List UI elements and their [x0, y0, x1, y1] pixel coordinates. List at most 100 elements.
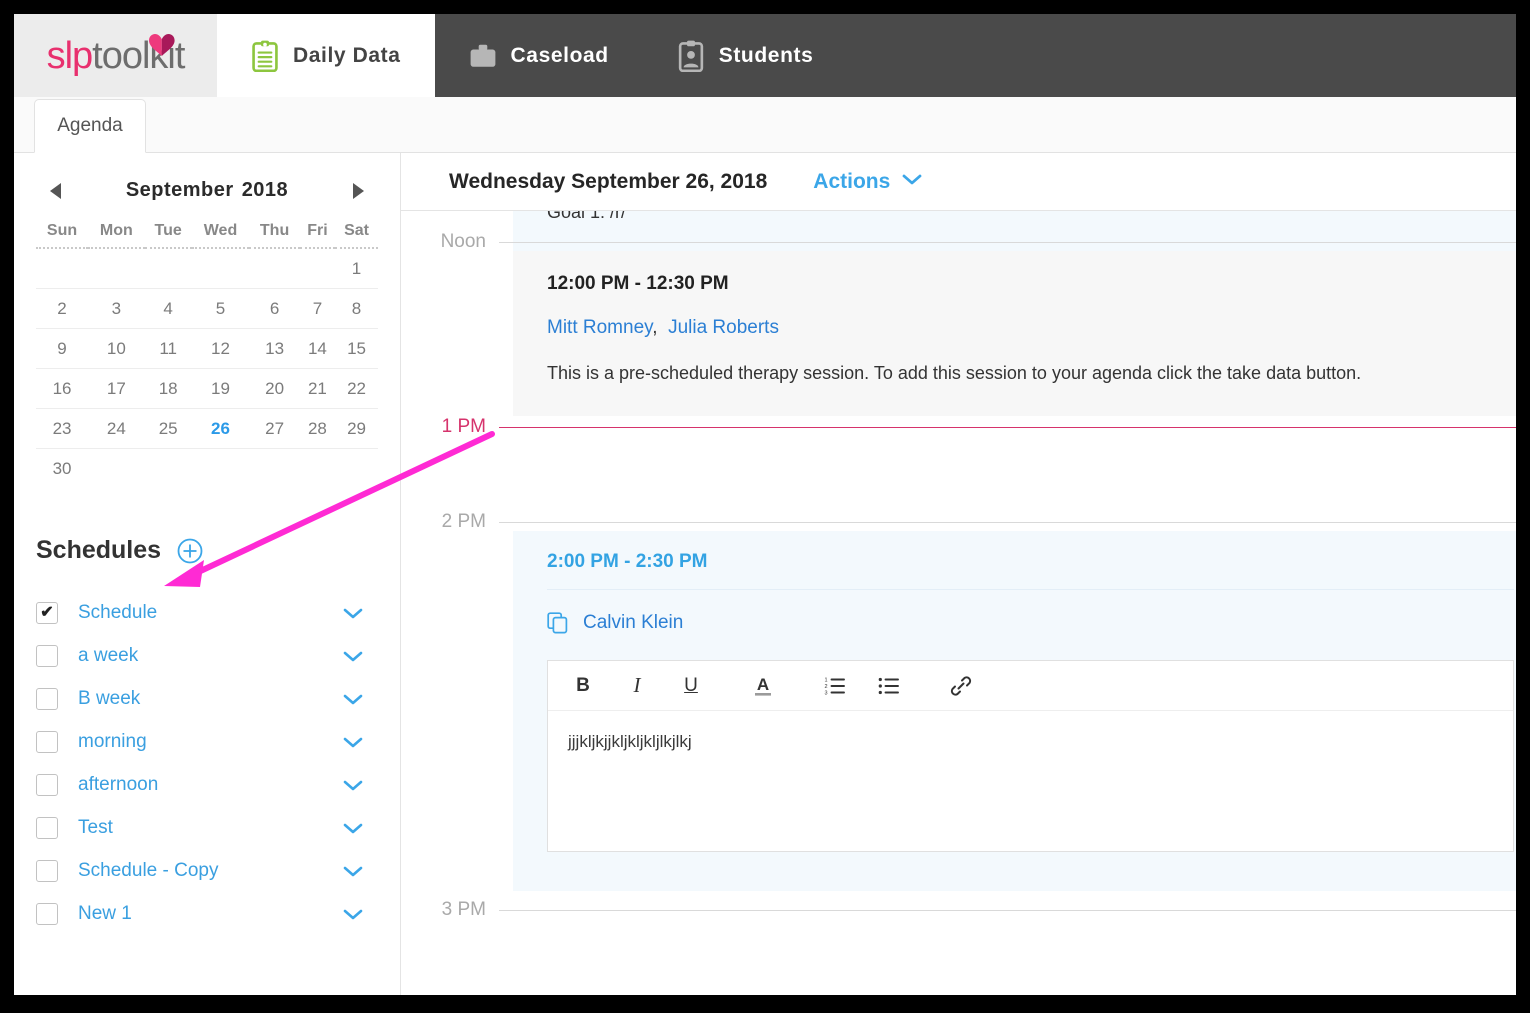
app-body: September 2018 Sun Mon Tue Wed Thu Fri Sa… [14, 153, 1516, 995]
svg-text:A: A [757, 675, 769, 694]
calendar-day-selected[interactable]: 26 [191, 408, 250, 449]
schedule-checkbox[interactable] [36, 816, 58, 839]
calendar-day[interactable]: 30 [36, 449, 88, 489]
schedule-checkbox[interactable] [36, 730, 58, 753]
nav-tab-caseload[interactable]: Caseload [435, 14, 643, 97]
italic-button[interactable]: I [624, 673, 650, 699]
event-note: This is a pre-scheduled therapy session.… [547, 363, 1362, 383]
calendar-day[interactable]: 22 [335, 368, 378, 409]
schedule-name[interactable]: morning [78, 731, 342, 753]
chevron-down-icon[interactable] [342, 778, 364, 792]
schedule-checkbox[interactable] [36, 859, 58, 882]
clipboard-list-icon [251, 40, 279, 72]
calendar-day[interactable]: 5 [191, 288, 250, 329]
list-item[interactable]: New 1 [36, 892, 378, 935]
copy-icon[interactable] [547, 612, 569, 634]
list-item[interactable]: morning [36, 720, 378, 763]
schedule-checkbox[interactable] [36, 902, 58, 925]
calendar-day[interactable]: 12 [191, 328, 250, 369]
chevron-down-icon[interactable] [342, 907, 364, 921]
calendar-day[interactable]: 15 [335, 328, 378, 369]
timeline-slot-1pm: 1 PM [401, 416, 1516, 438]
calendar-day[interactable]: 1 [335, 248, 378, 289]
calendar-day[interactable]: 17 [88, 368, 145, 409]
chevron-down-icon [901, 172, 923, 191]
bold-button[interactable]: B [570, 673, 596, 699]
calendar-day[interactable]: 2 [36, 288, 89, 329]
schedule-name[interactable]: afternoon [78, 774, 342, 796]
unordered-list-button[interactable] [876, 673, 902, 699]
calendar-day[interactable]: 14 [299, 328, 336, 369]
app-logo[interactable]: slptoolkit [14, 14, 217, 97]
chevron-down-icon[interactable] [342, 692, 364, 706]
calendar-day[interactable]: 3 [88, 288, 145, 329]
chevron-down-icon[interactable] [342, 606, 364, 620]
calendar-day[interactable]: 28 [299, 408, 336, 449]
event-student-row: Calvin Klein [547, 612, 1516, 634]
schedule-name[interactable]: Test [78, 817, 342, 839]
clipboard-person-icon [677, 40, 705, 72]
schedules-title: Schedules [36, 536, 162, 564]
calendar-weekday: Tue [144, 220, 192, 249]
schedule-name[interactable]: a week [78, 645, 342, 667]
schedule-name[interactable]: New 1 [78, 903, 342, 925]
actions-dropdown[interactable]: Actions [813, 170, 923, 194]
list-item[interactable]: afternoon [36, 763, 378, 806]
calendar-day[interactable]: 13 [249, 328, 300, 369]
chevron-down-icon[interactable] [342, 649, 364, 663]
schedule-name[interactable]: B week [78, 688, 342, 710]
calendar-day[interactable]: 20 [249, 368, 300, 409]
calendar-day[interactable]: 29 [335, 408, 378, 449]
list-item[interactable]: B week [36, 677, 378, 720]
calendar-day[interactable]: 8 [335, 288, 378, 329]
logo-text-primary: slp [46, 34, 94, 77]
calendar-day[interactable]: 27 [249, 408, 300, 449]
calendar-day[interactable]: 18 [144, 368, 192, 409]
calendar-day[interactable]: 16 [36, 368, 89, 409]
list-item[interactable]: ✔ Schedule [36, 591, 378, 634]
schedule-checkbox[interactable] [36, 773, 58, 796]
chevron-down-icon[interactable] [342, 864, 364, 878]
sidebar: September 2018 Sun Mon Tue Wed Thu Fri Sa… [14, 153, 400, 995]
schedule-name[interactable]: Schedule - Copy [78, 860, 342, 882]
schedule-checkbox[interactable] [36, 644, 58, 667]
list-item[interactable]: Schedule - Copy [36, 849, 378, 892]
plus-circle-icon[interactable] [177, 538, 203, 564]
calendar-day[interactable]: 6 [249, 288, 300, 329]
calendar-weekday: Wed [191, 220, 250, 249]
calendar-day[interactable]: 4 [144, 288, 192, 329]
calendar-day-empty [192, 449, 250, 489]
list-item[interactable]: Test [36, 806, 378, 849]
student-link[interactable]: Mitt Romney [547, 317, 652, 338]
schedule-name[interactable]: Schedule [78, 602, 342, 624]
calendar-day[interactable]: 11 [144, 328, 192, 369]
calendar-day[interactable]: 25 [144, 408, 192, 449]
note-editor-content[interactable]: jjjkljkjjkljkljkljlkjlkj [548, 711, 1513, 851]
link-icon[interactable] [948, 673, 974, 699]
nav-tab-daily-data[interactable]: Daily Data [217, 14, 435, 97]
schedule-checkbox[interactable] [36, 687, 58, 710]
calendar-day[interactable]: 21 [299, 368, 336, 409]
schedule-checkbox[interactable]: ✔ [36, 601, 58, 624]
calendar-day[interactable]: 10 [88, 328, 145, 369]
student-link[interactable]: Julia Roberts [668, 317, 779, 338]
list-item[interactable]: a week [36, 634, 378, 677]
nav-tab-students[interactable]: Students [643, 14, 848, 97]
student-link[interactable]: Calvin Klein [583, 612, 683, 634]
tab-agenda[interactable]: Agenda [34, 99, 146, 153]
chevron-right-icon[interactable] [353, 182, 364, 199]
agenda-event[interactable]: 12:00 PM - 12:30 PM Mitt Romney, Julia R… [513, 251, 1516, 416]
underline-button[interactable]: U [678, 673, 704, 699]
ordered-list-button[interactable]: 1 2 3 [822, 673, 848, 699]
page-title: Wednesday September 26, 2018 [449, 169, 768, 193]
chevron-down-icon[interactable] [342, 821, 364, 835]
calendar-day[interactable]: 24 [88, 408, 145, 449]
calendar-day[interactable]: 19 [191, 368, 250, 409]
calendar-day[interactable]: 23 [36, 408, 89, 449]
calendar-day[interactable]: 7 [299, 288, 336, 329]
chevron-down-icon[interactable] [342, 735, 364, 749]
calendar-day[interactable]: 9 [36, 328, 89, 369]
chevron-left-icon[interactable] [50, 182, 61, 199]
agenda-event[interactable]: 2:00 PM - 2:30 PM Calvin Klein B I U A 1… [513, 531, 1516, 891]
font-color-button[interactable]: A [750, 673, 776, 699]
